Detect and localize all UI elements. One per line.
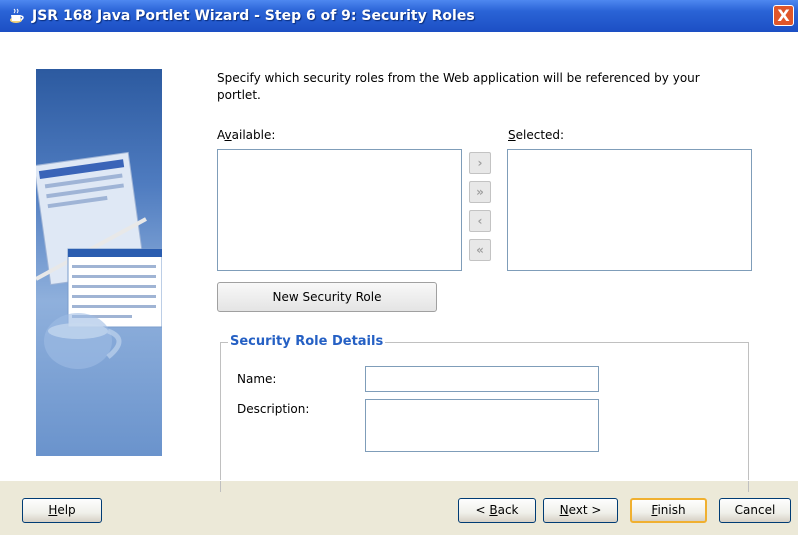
available-label-part: A — [217, 128, 225, 142]
selected-label-part: elected: — [515, 128, 565, 142]
help-mnemonic: H — [48, 503, 58, 517]
title-bar: JSR 168 Java Portlet Wizard - Step 6 of … — [0, 0, 798, 32]
next-mnemonic: N — [559, 503, 569, 517]
name-field[interactable] — [365, 366, 599, 392]
available-label-mnemonic: v — [224, 128, 232, 142]
footer-separator — [0, 480, 798, 481]
coffee-cup-icon — [10, 8, 24, 23]
description-label: Description: — [237, 402, 310, 416]
next-label: ext > — [568, 503, 602, 517]
selected-label: Selected: — [508, 128, 564, 142]
available-label-part: ailable: — [231, 128, 276, 142]
double-chevron-right-icon: » — [476, 185, 484, 199]
finish-button[interactable]: Finish — [630, 498, 707, 523]
chevron-left-icon: ‹ — [477, 214, 483, 228]
next-button[interactable]: Next > — [543, 498, 618, 523]
name-label: Name: — [237, 372, 277, 386]
back-label: ack — [497, 503, 519, 517]
remove-all-button[interactable]: « — [469, 239, 491, 261]
back-button[interactable]: < Back — [458, 498, 536, 523]
help-button[interactable]: Help — [22, 498, 102, 523]
intro-text: Specify which security roles from the We… — [217, 71, 700, 102]
side-illustration — [36, 151, 162, 369]
add-all-button[interactable]: » — [469, 181, 491, 203]
wizard-window: JSR 168 Java Portlet Wizard - Step 6 of … — [0, 0, 798, 535]
wizard-side-image — [36, 69, 162, 456]
security-role-details-legend: Security Role Details — [228, 334, 386, 349]
chevron-right-icon: › — [477, 156, 483, 170]
selected-list[interactable] — [507, 149, 752, 271]
wizard-content: Specify which security roles from the We… — [0, 32, 798, 492]
remove-button[interactable]: ‹ — [469, 210, 491, 232]
help-label: elp — [57, 503, 76, 517]
close-icon: X — [777, 6, 790, 25]
back-mnemonic: B — [489, 503, 498, 517]
back-label-pre: < — [475, 503, 490, 517]
window-title: JSR 168 Java Portlet Wizard - Step 6 of … — [32, 8, 475, 24]
double-chevron-left-icon: « — [476, 243, 484, 257]
add-button[interactable]: › — [469, 152, 491, 174]
cancel-button[interactable]: Cancel — [719, 498, 791, 523]
selected-label-mnemonic: S — [508, 128, 516, 142]
finish-label: inish — [657, 503, 686, 517]
close-button[interactable]: X — [773, 5, 794, 26]
available-list[interactable] — [217, 149, 462, 271]
new-security-role-button[interactable]: New Security Role — [217, 282, 437, 312]
available-label: Available: — [217, 128, 275, 142]
description-field[interactable] — [365, 399, 599, 452]
